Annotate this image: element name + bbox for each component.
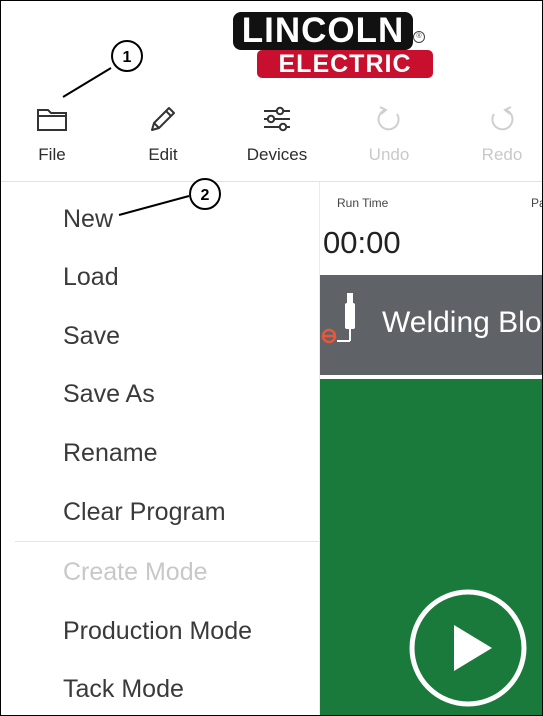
play-button[interactable]: [407, 587, 529, 709]
callout-2: 2: [189, 178, 221, 210]
menu-item-production-mode[interactable]: Production Mode: [63, 617, 252, 646]
next-status-label: Pa: [531, 196, 542, 210]
logo-line1: LINCOLN: [233, 12, 413, 50]
welding-block-title: Welding Blo: [382, 306, 542, 339]
lincoln-electric-logo: LINCOLN ® ELECTRIC: [229, 11, 437, 81]
file-menu: New Load Save Save As Rename Clear Progr…: [1, 182, 320, 715]
toolbar-devices-button[interactable]: Devices: [237, 101, 317, 165]
folder-icon: [37, 109, 67, 131]
menu-item-tack-mode[interactable]: Tack Mode: [63, 675, 184, 704]
run-time-label: Run Time: [337, 196, 389, 210]
toolbar-file-label: File: [38, 145, 66, 164]
toolbar-redo-button[interactable]: Redo: [462, 101, 542, 165]
logo-line2: ELECTRIC: [257, 50, 433, 78]
menu-item-new[interactable]: New: [63, 205, 113, 234]
menu-item-save-as[interactable]: Save As: [63, 380, 155, 409]
toolbar-undo-button[interactable]: Undo: [349, 101, 429, 165]
undo-icon: [377, 106, 400, 131]
pencil-icon: [151, 107, 175, 131]
menu-item-save[interactable]: Save: [63, 322, 120, 351]
menu-item-load[interactable]: Load: [63, 263, 119, 292]
redo-icon: [491, 106, 514, 131]
run-time-value: 00:00: [323, 225, 401, 260]
menu-item-clear-program[interactable]: Clear Program: [63, 498, 226, 527]
toolbar-file-button[interactable]: File: [12, 101, 92, 165]
toolbar-edit-label: Edit: [148, 145, 178, 164]
menu-item-create-mode: Create Mode: [63, 558, 208, 586]
app-window: LINCOLN ® ELECTRIC File Edit Devices Und…: [0, 0, 543, 716]
toolbar-edit-button[interactable]: Edit: [123, 101, 203, 165]
toolbar-redo-label: Redo: [481, 145, 523, 164]
play-icon: [454, 625, 492, 671]
sliders-icon: [264, 106, 290, 132]
callout-1: 1: [111, 40, 143, 72]
toolbar-undo-label: Undo: [368, 145, 410, 164]
menu-divider: [15, 541, 319, 542]
toolbar-devices-label: Devices: [246, 145, 308, 164]
logo-registered-mark: ®: [413, 31, 425, 43]
welding-torch-icon: [321, 293, 355, 344]
menu-item-rename[interactable]: Rename: [63, 439, 158, 468]
